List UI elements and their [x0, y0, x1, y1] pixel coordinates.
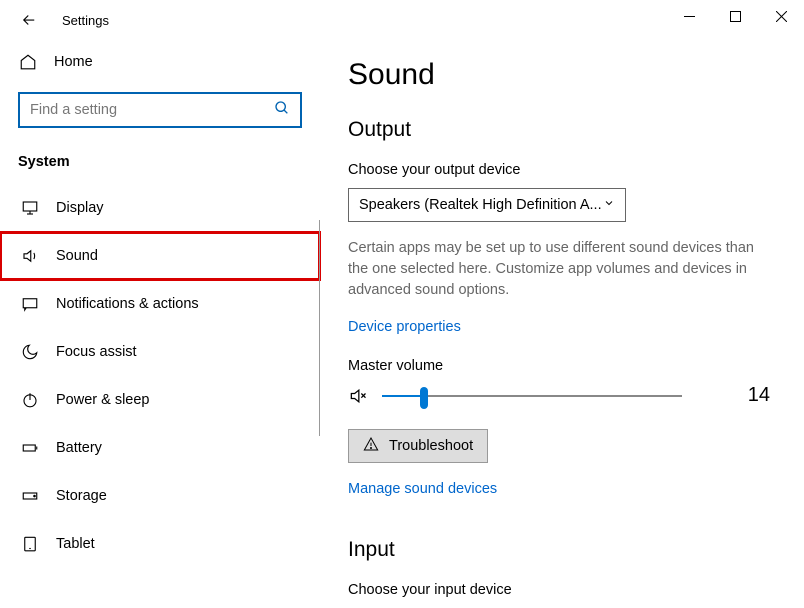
master-volume-value: 14	[748, 384, 776, 407]
page-title: Sound	[348, 58, 776, 92]
sidebar-item-storage[interactable]: Storage	[18, 472, 302, 520]
drive-icon	[20, 487, 40, 505]
maximize-button[interactable]	[712, 0, 758, 32]
input-device-label: Choose your input device	[348, 582, 776, 598]
search-input-wrap[interactable]	[18, 92, 302, 128]
message-icon	[20, 295, 40, 313]
speaker-icon	[20, 247, 40, 265]
close-button[interactable]	[758, 0, 804, 32]
search-icon	[274, 100, 290, 121]
chevron-down-icon	[603, 197, 615, 213]
output-device-value: Speakers (Realtek High Definition A...	[359, 197, 602, 213]
sidebar-item-focus-assist[interactable]: Focus assist	[18, 328, 302, 376]
troubleshoot-button[interactable]: Troubleshoot	[348, 429, 488, 463]
sidebar-item-label: Battery	[56, 440, 102, 456]
sidebar-item-power-sleep[interactable]: Power & sleep	[18, 376, 302, 424]
monitor-icon	[20, 199, 40, 217]
sidebar-item-battery[interactable]: Battery	[18, 424, 302, 472]
window-title: Settings	[62, 13, 109, 28]
sidebar-item-tablet[interactable]: Tablet	[18, 520, 302, 568]
sidebar-home[interactable]: Home	[18, 40, 302, 84]
sidebar-item-label: Storage	[56, 488, 107, 504]
power-icon	[20, 391, 40, 409]
tablet-icon	[20, 535, 40, 553]
output-device-select[interactable]: Speakers (Realtek High Definition A...	[348, 188, 626, 222]
output-device-label: Choose your output device	[348, 162, 776, 178]
sidebar-item-label: Notifications & actions	[56, 296, 199, 312]
volume-mute-icon[interactable]	[348, 386, 370, 406]
master-volume-label: Master volume	[348, 358, 776, 374]
minimize-button[interactable]	[666, 0, 712, 32]
sidebar-item-notifications[interactable]: Notifications & actions	[18, 280, 302, 328]
troubleshoot-label: Troubleshoot	[389, 438, 473, 454]
manage-sound-devices-link[interactable]: Manage sound devices	[348, 481, 497, 497]
sidebar-item-label: Focus assist	[56, 344, 137, 360]
home-icon	[18, 53, 38, 71]
battery-icon	[20, 439, 40, 457]
sidebar-item-label: Sound	[56, 248, 98, 264]
sidebar-category: System	[18, 154, 302, 170]
scrollbar-thumb[interactable]	[319, 220, 320, 436]
sidebar-item-sound[interactable]: Sound	[0, 232, 320, 280]
sidebar-item-label: Display	[56, 200, 104, 216]
output-description: Certain apps may be set up to use differ…	[348, 238, 776, 301]
device-properties-link[interactable]: Device properties	[348, 319, 461, 335]
sidebar-item-label: Power & sleep	[56, 392, 150, 408]
sidebar-item-label: Tablet	[56, 536, 95, 552]
warning-icon	[363, 436, 379, 456]
sidebar-home-label: Home	[54, 54, 93, 70]
back-button[interactable]	[18, 9, 40, 31]
output-heading: Output	[348, 118, 776, 142]
master-volume-slider[interactable]	[382, 395, 682, 397]
sidebar-item-display[interactable]: Display	[18, 184, 302, 232]
search-input[interactable]	[30, 102, 274, 118]
moon-icon	[20, 343, 40, 361]
input-heading: Input	[348, 538, 776, 562]
